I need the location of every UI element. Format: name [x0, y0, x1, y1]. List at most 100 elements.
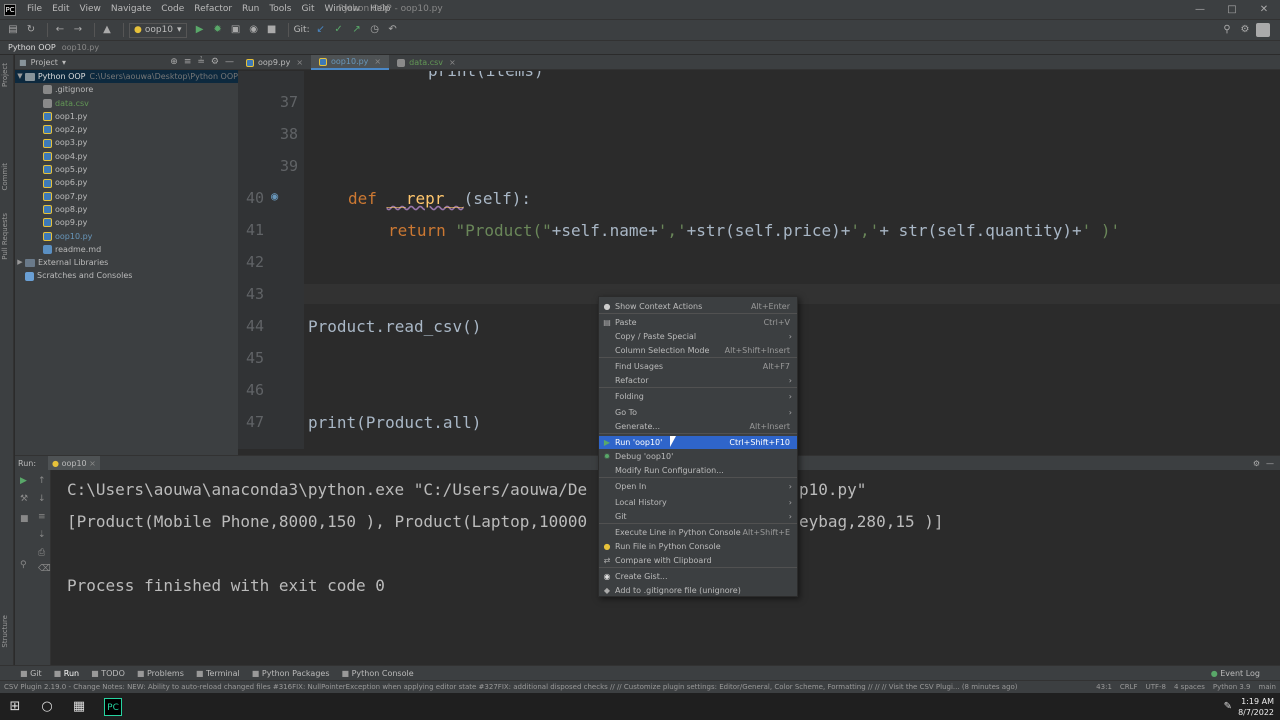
breadcrumb-file[interactable]: oop10.py: [62, 43, 99, 52]
scroll-end-icon[interactable]: ⇣: [38, 530, 46, 540]
menu-item-folding[interactable]: Folding ›: [599, 390, 797, 403]
menu-item-create-gist[interactable]: ◉ Create Gist...: [599, 570, 797, 583]
close-icon[interactable]: ×: [296, 58, 303, 67]
gear-icon[interactable]: ⚙: [1253, 459, 1260, 468]
tree-file-item[interactable]: oop7.py: [15, 190, 238, 203]
menu-item-run-oop10[interactable]: ▶ Run 'oop10' Ctrl+Shift+F10: [599, 436, 797, 449]
history-icon[interactable]: ◷: [368, 23, 382, 37]
stop-icon[interactable]: ■: [265, 23, 279, 37]
tree-file-item[interactable]: data.csv: [15, 97, 238, 110]
override-marker-icon[interactable]: ◉: [271, 189, 278, 203]
file-encoding[interactable]: UTF-8: [1146, 683, 1166, 691]
tree-root[interactable]: ▼ Python OOP C:\Users\aouwa\Desktop\Python…: [15, 70, 238, 84]
pull-requests-strip-tab[interactable]: Pull Requests: [1, 213, 9, 260]
tree-scratches[interactable]: Scratches and Consoles: [15, 269, 238, 282]
maximize-icon[interactable]: □: [1216, 0, 1248, 19]
tree-file-item[interactable]: oop1.py: [15, 110, 238, 123]
tree-file-item[interactable]: oop4.py: [15, 150, 238, 163]
menu-navigate[interactable]: Navigate: [106, 0, 156, 19]
up-icon[interactable]: ↑: [38, 476, 46, 486]
tool-tab-problems[interactable]: ■ Problems: [137, 669, 184, 678]
build-icon[interactable]: ▲: [100, 23, 114, 37]
menu-file[interactable]: File: [22, 0, 47, 19]
cursor-position[interactable]: 43:1: [1096, 683, 1112, 691]
menu-refactor[interactable]: Refactor: [189, 0, 237, 19]
menu-code[interactable]: Code: [156, 0, 189, 19]
stop-icon[interactable]: ■: [20, 514, 29, 524]
system-clock[interactable]: 1:19 AM 8/7/2022: [1238, 696, 1274, 718]
event-log-button[interactable]: ● Event Log: [1211, 666, 1260, 681]
debug-icon[interactable]: ✹: [211, 23, 225, 37]
search-icon[interactable]: ○: [38, 698, 56, 716]
menu-edit[interactable]: Edit: [47, 0, 74, 19]
menu-item-column-selection-mode[interactable]: Column Selection Mode Alt+Shift+Insert: [599, 344, 797, 357]
profile-icon[interactable]: ◉: [247, 23, 261, 37]
menu-item-paste[interactable]: ▤ Paste Ctrl+V: [599, 316, 797, 329]
save-icon[interactable]: ▤: [6, 23, 20, 37]
close-icon[interactable]: ×: [449, 58, 456, 67]
expand-all-icon[interactable]: ≡: [184, 57, 192, 67]
chevron-down-icon[interactable]: ▼: [15, 70, 25, 83]
trash-icon[interactable]: ⌫: [38, 564, 51, 574]
tree-file-item[interactable]: oop6.py: [15, 176, 238, 189]
soft-wrap-icon[interactable]: ≡: [38, 512, 46, 522]
tool-tab-python-console[interactable]: ■ Python Console: [342, 669, 414, 678]
menu-item-git[interactable]: Git ›: [599, 510, 797, 523]
tool-tab-python-packages[interactable]: ■ Python Packages: [252, 669, 330, 678]
menu-item-debug-oop10[interactable]: ✹ Debug 'oop10': [599, 450, 797, 463]
menu-item-generate[interactable]: Generate... Alt+Insert: [599, 420, 797, 433]
menu-item-refactor[interactable]: Refactor ›: [599, 374, 797, 387]
menu-item-execute-line-in-python-console[interactable]: Execute Line in Python Console Alt+Shift+…: [599, 526, 797, 539]
tab-data-csv[interactable]: data.csv ×: [389, 55, 464, 70]
down-icon[interactable]: ↓: [38, 494, 46, 504]
menu-item-show-context-actions[interactable]: ● Show Context Actions Alt+Enter: [599, 300, 797, 313]
tool-tab-git[interactable]: ■ Git: [20, 669, 42, 678]
plugin-icon[interactable]: [1256, 23, 1270, 37]
pin-icon[interactable]: ⚲: [20, 560, 27, 570]
chevron-down-icon[interactable]: ▾: [62, 58, 66, 67]
gear-icon[interactable]: ⚙: [1238, 23, 1252, 37]
tree-file-item[interactable]: oop10.py: [15, 230, 238, 243]
pycharm-taskbar-icon[interactable]: PC: [104, 698, 122, 716]
close-icon[interactable]: ×: [374, 57, 381, 66]
breadcrumb-project[interactable]: Python OOP: [8, 43, 56, 52]
run-tab[interactable]: ● oop10 ×: [48, 455, 100, 471]
chevron-right-icon[interactable]: ▶: [15, 256, 25, 269]
tool-tab-run[interactable]: ■ Run: [54, 669, 79, 678]
git-branch[interactable]: main: [1259, 683, 1277, 691]
coverage-icon[interactable]: ▣: [229, 23, 243, 37]
search-icon[interactable]: ⚲: [1220, 23, 1234, 37]
git-commit-icon[interactable]: ✓: [332, 23, 346, 37]
line-separator[interactable]: CRLF: [1120, 683, 1138, 691]
menu-item-copy-paste-special[interactable]: Copy / Paste Special ›: [599, 330, 797, 343]
tree-file-item[interactable]: oop3.py: [15, 136, 238, 149]
menu-item-open-in[interactable]: Open In ›: [599, 480, 797, 493]
project-panel-title[interactable]: Project: [31, 58, 58, 67]
close-icon[interactable]: ✕: [1248, 0, 1280, 19]
locate-icon[interactable]: ⊕: [170, 57, 178, 67]
tree-file-item[interactable]: readme.md: [15, 243, 238, 256]
run-config-select[interactable]: ● oop10 ▾: [129, 22, 187, 38]
rerun-icon[interactable]: ▶: [20, 476, 27, 486]
wrench-icon[interactable]: ⚒: [20, 494, 28, 504]
menu-item-compare-with-clipboard[interactable]: ⇄ Compare with Clipboard: [599, 554, 797, 567]
menu-tools[interactable]: Tools: [264, 0, 296, 19]
tab-oop10[interactable]: oop10.py ×: [311, 55, 390, 70]
menu-git[interactable]: Git: [296, 0, 319, 19]
hide-icon[interactable]: —: [225, 57, 234, 67]
pen-icon[interactable]: ✎: [1224, 701, 1232, 712]
menu-run[interactable]: Run: [237, 0, 264, 19]
tool-tab-todo[interactable]: ■ TODO: [91, 669, 125, 678]
task-view-icon[interactable]: ▦: [70, 698, 88, 716]
forward-icon[interactable]: →: [71, 23, 85, 37]
git-update-icon[interactable]: ↙: [314, 23, 328, 37]
tree-file-item[interactable]: oop9.py: [15, 216, 238, 229]
interpreter[interactable]: Python 3.9: [1213, 683, 1251, 691]
indent-setting[interactable]: 4 spaces: [1174, 683, 1205, 691]
tree-file-item[interactable]: oop5.py: [15, 163, 238, 176]
project-strip-tab[interactable]: Project: [1, 63, 9, 87]
windows-start-icon[interactable]: ⊞: [6, 698, 24, 716]
tree-external-libraries[interactable]: ▶ External Libraries: [15, 256, 238, 269]
menu-item-go-to[interactable]: Go To ›: [599, 406, 797, 419]
print-icon[interactable]: ⎙: [38, 548, 45, 558]
